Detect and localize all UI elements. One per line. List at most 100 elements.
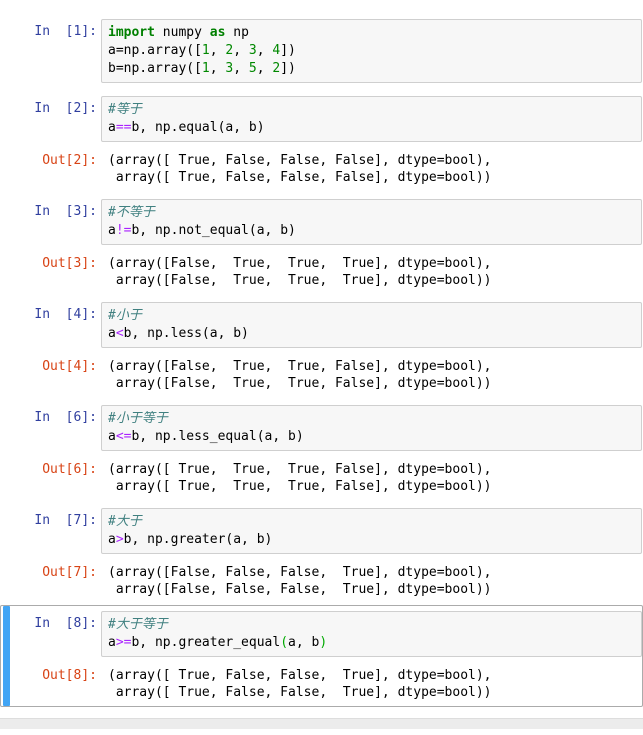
token: a xyxy=(108,532,116,547)
code-line: b=np.array([1, 3, 5, 2]) xyxy=(108,60,635,78)
output-text: (array([False, True, True, True], dtype=… xyxy=(101,251,642,289)
input-row: In [4]: #小于 a<b, np.less(a, b) xyxy=(1,302,642,348)
token: a xyxy=(108,635,116,650)
token-com: #大于 xyxy=(108,514,142,529)
output-line: array([ True, False, False, True], dtype… xyxy=(108,684,636,701)
token: a xyxy=(108,429,116,444)
code-line: a==b, np.equal(a, b) xyxy=(108,119,635,137)
code-editor[interactable]: #不等于 a!=b, np.not_equal(a, b) xyxy=(101,199,642,245)
token: b, np.greater(a, b) xyxy=(124,532,273,547)
token-num: 1 xyxy=(202,43,210,58)
code-cell[interactable]: In [1]:import numpy as npa=np.array([1, … xyxy=(0,13,643,89)
output-line: array([ True, False, False, False], dtyp… xyxy=(108,169,636,186)
token: , xyxy=(233,61,249,76)
code-cell[interactable]: In [8]:#大于等于a>=b, np.greater_equal(a, b)… xyxy=(0,605,643,707)
input-prompt: In [7]: xyxy=(1,508,101,529)
output-line: array([ True, True, True, False], dtype=… xyxy=(108,478,636,495)
code-line: #大于等于 xyxy=(108,616,635,634)
output-line: array([False, True, True, True], dtype=b… xyxy=(108,272,636,289)
input-prompt: In [2]: xyxy=(1,96,101,117)
code-cell[interactable]: In [4]: #小于 a<b, np.less(a, b) Out[4]: (arra… xyxy=(0,296,643,398)
code-cell[interactable]: In [6]: #小于等于 a<=b, np.less_equal(a, b) Out… xyxy=(0,399,643,501)
token-op: >= xyxy=(116,635,132,650)
output-line: (array([ True, True, True, False], dtype… xyxy=(108,461,636,478)
input-prompt: In [8]: xyxy=(1,611,101,632)
output-prompt: Out[2]: xyxy=(1,148,101,169)
output-row: Out[3]:(array([False, True, True, True],… xyxy=(1,251,642,289)
code-line: a>b, np.greater(a, b) xyxy=(108,531,635,549)
output-text: (array([ True, False, False, True], dtyp… xyxy=(101,663,642,701)
token: a xyxy=(108,120,116,135)
output-text: (array([False, True, True, False], dtype… xyxy=(101,354,642,392)
code-cell[interactable]: In [2]: #等于 a==b, np.equal(a, b) Out[2]: (ar… xyxy=(0,90,643,192)
code-line: import numpy as np xyxy=(108,24,635,42)
token: , xyxy=(257,61,273,76)
token-num: 3 xyxy=(249,43,257,58)
code-editor[interactable]: #小于等于 a<=b, np.less_equal(a, b) xyxy=(101,405,642,451)
code-line: a!=b, np.not_equal(a, b) xyxy=(108,222,635,240)
output-row: Out[4]: (array([False, True, True, False]… xyxy=(1,354,642,392)
code-line: #小于 xyxy=(108,307,635,325)
output-line: array([False, True, True, False], dtype=… xyxy=(108,375,636,392)
output-line: array([False, False, False, True], dtype… xyxy=(108,581,636,598)
token: , xyxy=(257,43,273,58)
notebook: In [1]:import numpy as npa=np.array([1, … xyxy=(0,0,643,707)
token-op: <= xyxy=(116,429,132,444)
token-com: #小于等于 xyxy=(108,411,168,426)
output-text: (array([ True, True, True, False], dtype… xyxy=(101,457,642,495)
output-prompt: Out[4]: xyxy=(1,354,101,375)
code-editor[interactable]: #等于 a==b, np.equal(a, b) xyxy=(101,96,642,142)
token-num: 1 xyxy=(202,61,210,76)
token: b=np.array([ xyxy=(108,61,202,76)
code-editor[interactable]: #大于 a>b, np.greater(a, b) xyxy=(101,508,642,554)
output-row: Out[7]: (array([False, False, False, True… xyxy=(1,560,642,598)
token-kw: as xyxy=(210,25,226,40)
token-kw: import xyxy=(108,25,155,40)
token: np xyxy=(225,25,248,40)
code-line: a<b, np.less(a, b) xyxy=(108,325,635,343)
output-prompt: Out[6]: xyxy=(1,457,101,478)
token: b, np.less(a, b) xyxy=(124,326,249,341)
output-line: (array([ True, False, False, False], dty… xyxy=(108,152,636,169)
token: , xyxy=(210,43,226,58)
token-op: < xyxy=(116,326,124,341)
code-editor[interactable]: #小于 a<b, np.less(a, b) xyxy=(101,302,642,348)
input-prompt: In [6]: xyxy=(1,405,101,426)
input-prompt: In [3]: xyxy=(1,199,101,220)
token-com: #小于 xyxy=(108,308,142,323)
output-line: (array([False, False, False, True], dtyp… xyxy=(108,564,636,581)
token: , xyxy=(233,43,249,58)
output-line: (array([ True, False, False, True], dtyp… xyxy=(108,667,636,684)
code-editor[interactable]: #大于等于a>=b, np.greater_equal(a, b) xyxy=(101,611,642,657)
code-line: #不等于 xyxy=(108,204,635,222)
token: , xyxy=(210,61,226,76)
token-op: == xyxy=(116,120,132,135)
output-row: Out[6]: (array([ True, True, True, False]… xyxy=(1,457,642,495)
input-row: In [6]: #小于等于 a<=b, np.less_equal(a, b) xyxy=(1,405,642,451)
token: numpy xyxy=(155,25,210,40)
code-line: #小于等于 xyxy=(108,410,635,428)
code-cell[interactable]: In [7]: #大于 a>b, np.greater(a, b) Out[7]: (a… xyxy=(0,502,643,604)
token: b, np.equal(a, b) xyxy=(131,120,264,135)
token: a, b xyxy=(288,635,319,650)
token-com: #不等于 xyxy=(108,205,155,220)
token-com: #大于等于 xyxy=(108,617,168,632)
token: a xyxy=(108,326,116,341)
token: a=np.array([ xyxy=(108,43,202,58)
token-com: #等于 xyxy=(108,102,142,117)
code-line: a<=b, np.less_equal(a, b) xyxy=(108,428,635,446)
token: b, np.greater_equal xyxy=(131,635,280,650)
input-row: In [8]:#大于等于a>=b, np.greater_equal(a, b) xyxy=(1,611,642,657)
next-cell-input-partial[interactable] xyxy=(0,718,643,729)
output-prompt: Out[7]: xyxy=(1,560,101,581)
code-cell[interactable]: In [3]: #不等于 a!=b, np.not_equal(a, b) Out[3… xyxy=(0,193,643,295)
input-prompt: In [4]: xyxy=(1,302,101,323)
input-row: In [2]: #等于 a==b, np.equal(a, b) xyxy=(1,96,642,142)
input-prompt: In [1]: xyxy=(1,19,101,40)
output-text: (array([False, False, False, True], dtyp… xyxy=(101,560,642,598)
token-mb: ) xyxy=(319,635,327,650)
input-row: In [1]:import numpy as npa=np.array([1, … xyxy=(1,19,642,83)
output-line: (array([False, True, True, False], dtype… xyxy=(108,358,636,375)
output-row: Out[8]:(array([ True, False, False, True… xyxy=(1,663,642,701)
code-editor[interactable]: import numpy as npa=np.array([1, 2, 3, 4… xyxy=(101,19,642,83)
